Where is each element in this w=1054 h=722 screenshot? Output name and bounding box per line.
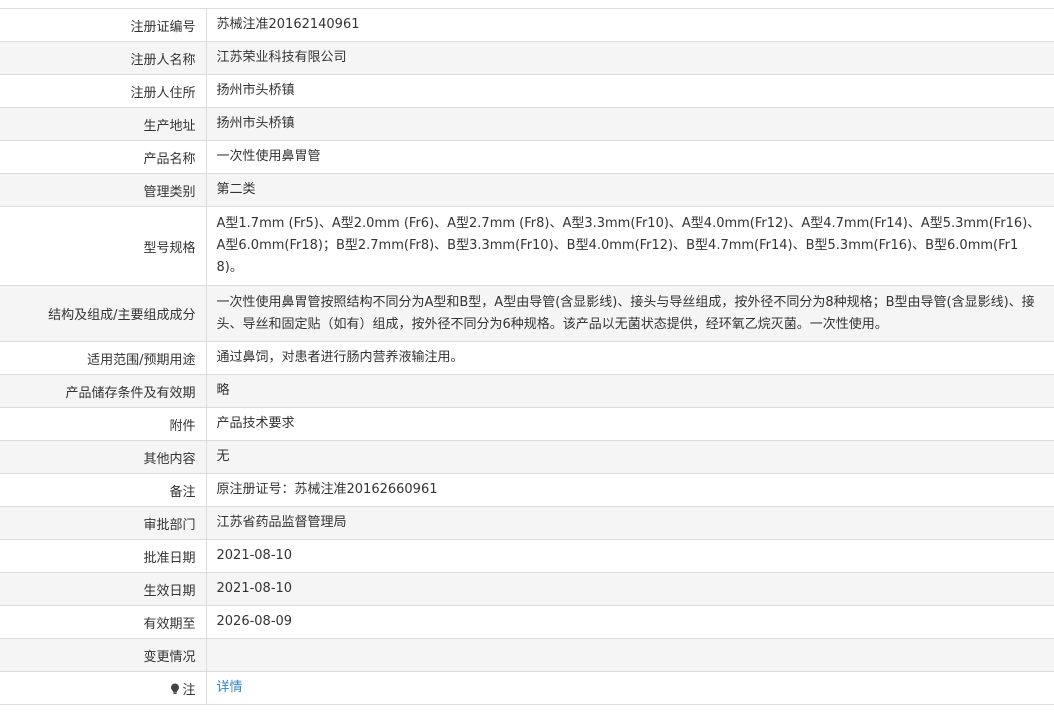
field-label: 生效日期 [0,572,207,606]
field-value: 略 [206,374,1054,408]
field-value: 一次性使用鼻胃管按照结构不同分为A型和B型，A型由导管(含显影线)、接头与导丝组… [206,285,1054,342]
row-expiry-date: 有效期至 2026-08-09 [0,605,1054,639]
registration-detail-table: 注册证编号 苏械注准20162140961 注册人名称 江苏荣业科技有限公司 注… [0,8,1054,705]
row-registration-number: 注册证编号 苏械注准20162140961 [0,8,1054,42]
field-value: A型1.7mm (Fr5)、A型2.0mm (Fr6)、A型2.7mm (Fr8… [206,206,1054,286]
field-label: 型号规格 [0,206,207,286]
field-label: 结构及组成/主要组成成分 [0,285,207,342]
field-value: 江苏荣业科技有限公司 [206,41,1054,75]
field-value: 第二类 [206,173,1054,207]
field-value: 产品技术要求 [206,407,1054,441]
field-value: 扬州市头桥镇 [206,74,1054,108]
lightbulb-icon [170,683,180,695]
field-label: 产品名称 [0,140,207,174]
row-approval-date: 批准日期 2021-08-10 [0,539,1054,573]
field-value: 江苏省药品监督管理局 [206,506,1054,540]
note-label-cell: 注 [0,671,207,705]
field-label: 注册人名称 [0,41,207,75]
field-value: 原注册证号：苏械注准20162660961 [206,473,1054,507]
row-change-status: 变更情况 [0,638,1054,672]
field-label: 注册证编号 [0,8,207,42]
field-value: 2026-08-09 [206,605,1054,639]
row-approval-department: 审批部门 江苏省药品监督管理局 [0,506,1054,540]
field-label: 有效期至 [0,605,207,639]
row-production-address: 生产地址 扬州市头桥镇 [0,107,1054,141]
field-label: 产品储存条件及有效期 [0,374,207,408]
field-label: 管理类别 [0,173,207,207]
note-value-cell: 详情 [206,671,1054,705]
field-value: 通过鼻饲，对患者进行肠内营养液输注用。 [206,341,1054,375]
field-value: 2021-08-10 [206,572,1054,606]
row-model-specification: 型号规格 A型1.7mm (Fr5)、A型2.0mm (Fr6)、A型2.7mm… [0,206,1054,286]
row-product-name: 产品名称 一次性使用鼻胃管 [0,140,1054,174]
field-value: 扬州市头桥镇 [206,107,1054,141]
field-label: 适用范围/预期用途 [0,341,207,375]
field-value: 无 [206,440,1054,474]
field-label: 批准日期 [0,539,207,573]
row-note: 注 详情 [0,671,1054,705]
field-label: 审批部门 [0,506,207,540]
field-label: 注册人住所 [0,74,207,108]
field-value: 2021-08-10 [206,539,1054,573]
details-link[interactable]: 详情 [217,680,243,695]
row-attachment: 附件 产品技术要求 [0,407,1054,441]
field-label: 其他内容 [0,440,207,474]
row-storage-shelf-life: 产品储存条件及有效期 略 [0,374,1054,408]
field-value [206,638,1054,672]
field-label: 变更情况 [0,638,207,672]
field-value: 一次性使用鼻胃管 [206,140,1054,174]
field-label: 备注 [0,473,207,507]
row-intended-use: 适用范围/预期用途 通过鼻饲，对患者进行肠内营养液输注用。 [0,341,1054,375]
row-structure-composition: 结构及组成/主要组成成分 一次性使用鼻胃管按照结构不同分为A型和B型，A型由导管… [0,285,1054,342]
field-label: 附件 [0,407,207,441]
row-registrant-address: 注册人住所 扬州市头桥镇 [0,74,1054,108]
note-label: 注 [182,682,196,698]
field-label: 生产地址 [0,107,207,141]
row-management-category: 管理类别 第二类 [0,173,1054,207]
row-effective-date: 生效日期 2021-08-10 [0,572,1054,606]
row-registrant-name: 注册人名称 江苏荣业科技有限公司 [0,41,1054,75]
row-remarks: 备注 原注册证号：苏械注准20162660961 [0,473,1054,507]
row-other-content: 其他内容 无 [0,440,1054,474]
field-value: 苏械注准20162140961 [206,8,1054,42]
